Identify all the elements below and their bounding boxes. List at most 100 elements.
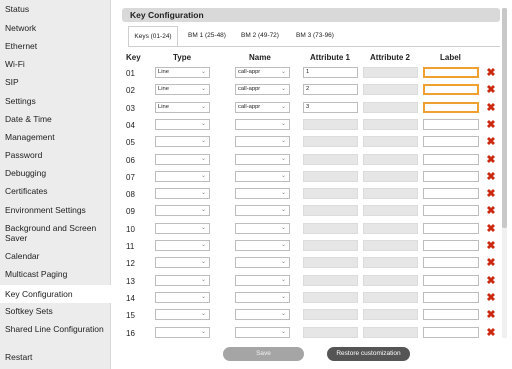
sidebar-item-wi-fi[interactable]: Wi-Fi: [0, 59, 111, 71]
delete-row-icon[interactable]: ✖: [486, 189, 496, 200]
attribute-2-input[interactable]: [363, 257, 418, 269]
name-select[interactable]: ⌄: [235, 153, 290, 165]
attribute-1-input[interactable]: [303, 170, 358, 182]
attribute-1-input[interactable]: [303, 118, 358, 130]
sidebar-item-multicast-paging[interactable]: Multicast Paging: [0, 269, 111, 281]
delete-row-icon[interactable]: ✖: [486, 137, 496, 148]
type-select[interactable]: ⌄: [155, 188, 210, 200]
attribute-1-input[interactable]: [303, 291, 358, 303]
attribute-1-input[interactable]: [303, 309, 358, 321]
attribute-2-input[interactable]: [363, 222, 418, 234]
attribute-2-input[interactable]: [363, 205, 418, 217]
attribute-2-input[interactable]: [363, 84, 418, 96]
name-select[interactable]: ⌄: [235, 291, 290, 303]
sidebar-item-password[interactable]: Password: [0, 150, 111, 162]
name-select[interactable]: ⌄: [235, 188, 290, 200]
attribute-2-input[interactable]: [363, 240, 418, 251]
name-select[interactable]: ⌄: [235, 170, 290, 182]
sidebar-item-date-time[interactable]: Date & Time: [0, 114, 111, 126]
attribute-1-input[interactable]: [303, 188, 358, 200]
type-select[interactable]: ⌄: [155, 153, 210, 165]
attribute-2-input[interactable]: [363, 326, 418, 338]
label-input[interactable]: [423, 118, 479, 130]
name-select[interactable]: call-appr ⌄: [235, 84, 290, 96]
attribute-1-input[interactable]: [303, 274, 358, 286]
type-select[interactable]: Line ⌄: [155, 84, 210, 96]
sidebar-item-settings[interactable]: Settings: [0, 96, 111, 108]
attribute-2-input[interactable]: [363, 136, 418, 148]
type-select[interactable]: ⌄: [155, 257, 210, 269]
save-button[interactable]: Save: [223, 347, 304, 361]
sidebar-item-key-configuration[interactable]: Key Configuration: [0, 285, 111, 303]
type-select[interactable]: ⌄: [155, 291, 210, 303]
delete-row-icon[interactable]: ✖: [486, 85, 496, 96]
delete-row-icon[interactable]: ✖: [486, 119, 496, 130]
delete-row-icon[interactable]: ✖: [486, 327, 496, 338]
type-select[interactable]: ⌄: [155, 309, 210, 321]
name-select[interactable]: ⌄: [235, 118, 290, 130]
attribute-1-input[interactable]: [303, 153, 358, 165]
label-input[interactable]: [423, 188, 479, 200]
type-select[interactable]: ⌄: [155, 222, 210, 234]
delete-row-icon[interactable]: ✖: [486, 206, 496, 217]
delete-row-icon[interactable]: ✖: [486, 258, 496, 269]
attribute-2-input[interactable]: [363, 309, 418, 321]
label-input[interactable]: [423, 84, 479, 96]
type-select[interactable]: ⌄: [155, 170, 210, 182]
type-select[interactable]: Line ⌄: [155, 101, 210, 113]
sidebar-item-background-and-screen-saver[interactable]: Background and Screen Saver: [0, 223, 111, 245]
type-select[interactable]: ⌄: [155, 205, 210, 217]
sidebar-item-calendar[interactable]: Calendar: [0, 251, 111, 263]
label-input[interactable]: [423, 153, 479, 165]
attribute-2-input[interactable]: [363, 170, 418, 182]
attribute-2-input[interactable]: [363, 188, 418, 200]
sidebar-item-sip[interactable]: SIP: [0, 77, 111, 89]
type-select[interactable]: Line ⌄: [155, 67, 210, 78]
attribute-2-input[interactable]: [363, 67, 418, 78]
sidebar-item-management[interactable]: Management: [0, 132, 111, 144]
attribute-1-input[interactable]: 1: [303, 67, 358, 78]
label-input[interactable]: [423, 101, 479, 113]
label-input[interactable]: [423, 67, 479, 78]
label-input[interactable]: [423, 257, 479, 269]
sidebar-item-shared-line-configuration[interactable]: Shared Line Configuration: [0, 324, 111, 346]
attribute-2-input[interactable]: [363, 153, 418, 165]
sidebar-item-network[interactable]: Network: [0, 23, 111, 35]
attribute-1-input[interactable]: [303, 205, 358, 217]
attribute-1-input[interactable]: [303, 326, 358, 338]
attribute-1-input[interactable]: [303, 222, 358, 234]
tab-keys-01-24[interactable]: Keys (01-24): [128, 26, 178, 46]
type-select[interactable]: ⌄: [155, 326, 210, 338]
delete-row-icon[interactable]: ✖: [486, 292, 496, 303]
delete-row-icon[interactable]: ✖: [486, 102, 496, 113]
type-select[interactable]: ⌄: [155, 118, 210, 130]
name-select[interactable]: ⌄: [235, 205, 290, 217]
delete-row-icon[interactable]: ✖: [486, 171, 496, 182]
name-select[interactable]: call-appr ⌄: [235, 67, 290, 78]
sidebar-item-softkey-sets[interactable]: Softkey Sets: [0, 306, 111, 318]
sidebar-item-debugging[interactable]: Debugging: [0, 168, 111, 180]
name-select[interactable]: ⌄: [235, 136, 290, 148]
delete-row-icon[interactable]: ✖: [486, 275, 496, 286]
label-input[interactable]: [423, 222, 479, 234]
label-input[interactable]: [423, 309, 479, 321]
tab-bm-2-49-72[interactable]: BM 2 (49-72): [235, 26, 285, 46]
delete-row-icon[interactable]: ✖: [486, 241, 496, 252]
label-input[interactable]: [423, 326, 479, 338]
name-select[interactable]: ⌄: [235, 222, 290, 234]
attribute-2-input[interactable]: [363, 101, 418, 113]
type-select[interactable]: ⌄: [155, 274, 210, 286]
label-input[interactable]: [423, 205, 479, 217]
name-select[interactable]: ⌄: [235, 309, 290, 321]
delete-row-icon[interactable]: ✖: [486, 310, 496, 321]
name-select[interactable]: ⌄: [235, 274, 290, 286]
attribute-2-input[interactable]: [363, 118, 418, 130]
label-input[interactable]: [423, 291, 479, 303]
label-input[interactable]: [423, 170, 479, 182]
attribute-1-input[interactable]: [303, 257, 358, 269]
sidebar-item-status[interactable]: Status: [0, 4, 111, 16]
sidebar-item-restart[interactable]: Restart: [0, 352, 111, 364]
restore-customization-button[interactable]: Restore customization: [327, 347, 410, 361]
attribute-1-input[interactable]: [303, 240, 358, 251]
delete-row-icon[interactable]: ✖: [486, 68, 496, 79]
